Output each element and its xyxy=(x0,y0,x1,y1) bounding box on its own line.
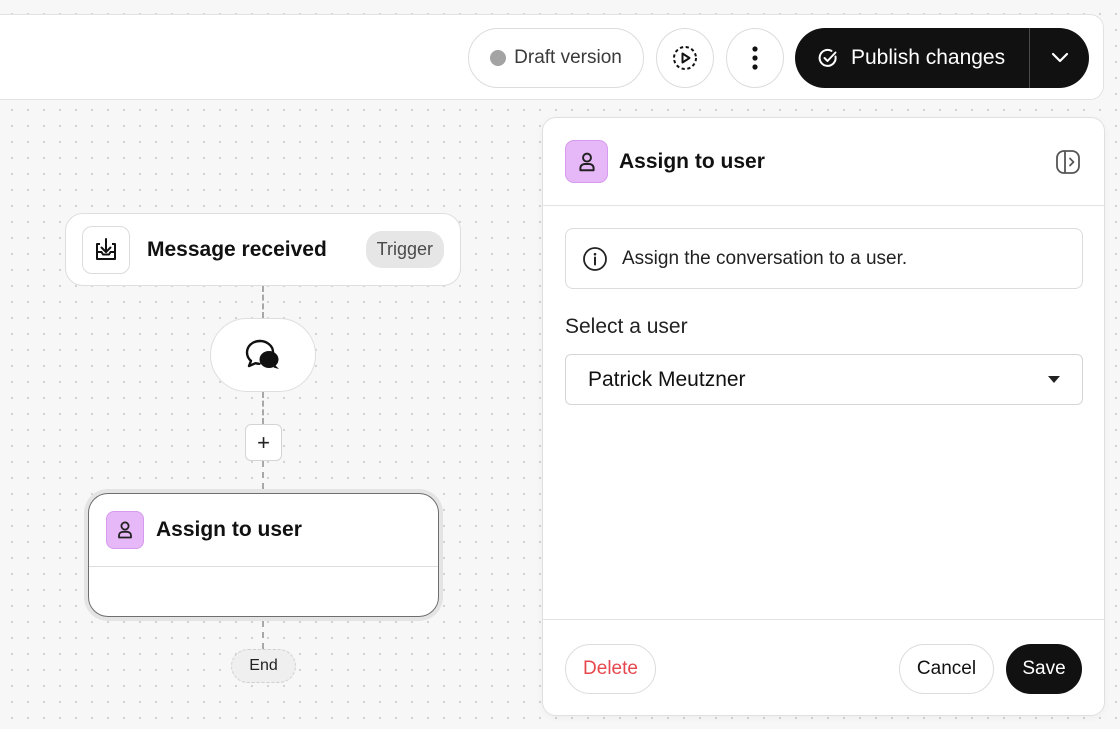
connector-line xyxy=(262,621,264,649)
selected-user-value: Patrick Meutzner xyxy=(588,367,746,391)
info-text: Assign the conversation to a user. xyxy=(622,247,908,269)
publish-changes-label: Publish changes xyxy=(851,46,1006,69)
draft-version-status[interactable]: Draft version xyxy=(468,28,644,88)
more-options-button[interactable] xyxy=(726,28,784,88)
user-icon xyxy=(578,152,595,171)
user-badge xyxy=(565,140,608,183)
play-circle-icon xyxy=(673,46,697,70)
connector-line xyxy=(262,461,264,489)
publish-button-group: Publish changes xyxy=(795,28,1089,88)
save-button[interactable]: Save xyxy=(1006,644,1082,694)
select-user-label: Select a user xyxy=(565,315,688,338)
check-circle-icon xyxy=(818,48,837,67)
chevron-down-icon xyxy=(1051,52,1068,63)
user-badge xyxy=(106,511,144,549)
connector-line xyxy=(262,286,264,318)
panel-header: Assign to user xyxy=(543,118,1104,206)
chat-node[interactable] xyxy=(210,318,316,392)
user-select[interactable]: Patrick Meutzner xyxy=(565,354,1083,405)
end-node: End xyxy=(231,649,296,683)
publish-options-button[interactable] xyxy=(1030,28,1089,88)
assign-node-title: Assign to user xyxy=(156,518,302,541)
top-toolbar: Draft version Publish changes xyxy=(0,14,1104,100)
draft-version-label: Draft version xyxy=(514,47,622,68)
more-vertical-icon xyxy=(752,46,758,70)
user-icon xyxy=(118,521,132,539)
assign-node-header: Assign to user xyxy=(89,494,438,567)
panel-title: Assign to user xyxy=(619,149,765,173)
collapse-panel-button[interactable] xyxy=(1054,148,1082,176)
sidebar-collapse-icon xyxy=(1056,149,1080,174)
chat-bubbles-icon xyxy=(245,339,279,369)
add-step-button[interactable]: + xyxy=(245,424,282,461)
trigger-node-message-received[interactable]: Message received Trigger xyxy=(65,213,461,286)
connector-line xyxy=(262,392,264,424)
info-callout: Assign the conversation to a user. xyxy=(565,228,1083,289)
inbox-download-icon xyxy=(96,237,116,260)
delete-button[interactable]: Delete xyxy=(565,644,656,694)
cancel-button[interactable]: Cancel xyxy=(899,644,994,694)
panel-footer: Delete Cancel Save xyxy=(543,619,1104,716)
preview-button[interactable] xyxy=(656,28,714,88)
trigger-icon-box xyxy=(82,225,130,274)
trigger-title: Message received xyxy=(147,237,327,261)
assign-to-user-node[interactable]: Assign to user xyxy=(88,493,439,617)
publish-changes-button[interactable]: Publish changes xyxy=(795,28,1029,88)
caret-down-icon xyxy=(1048,376,1060,383)
trigger-badge: Trigger xyxy=(365,231,444,268)
status-dot-icon xyxy=(490,50,507,66)
assign-user-panel: Assign to user Assign the conversation t… xyxy=(542,117,1105,716)
info-icon xyxy=(583,246,607,271)
